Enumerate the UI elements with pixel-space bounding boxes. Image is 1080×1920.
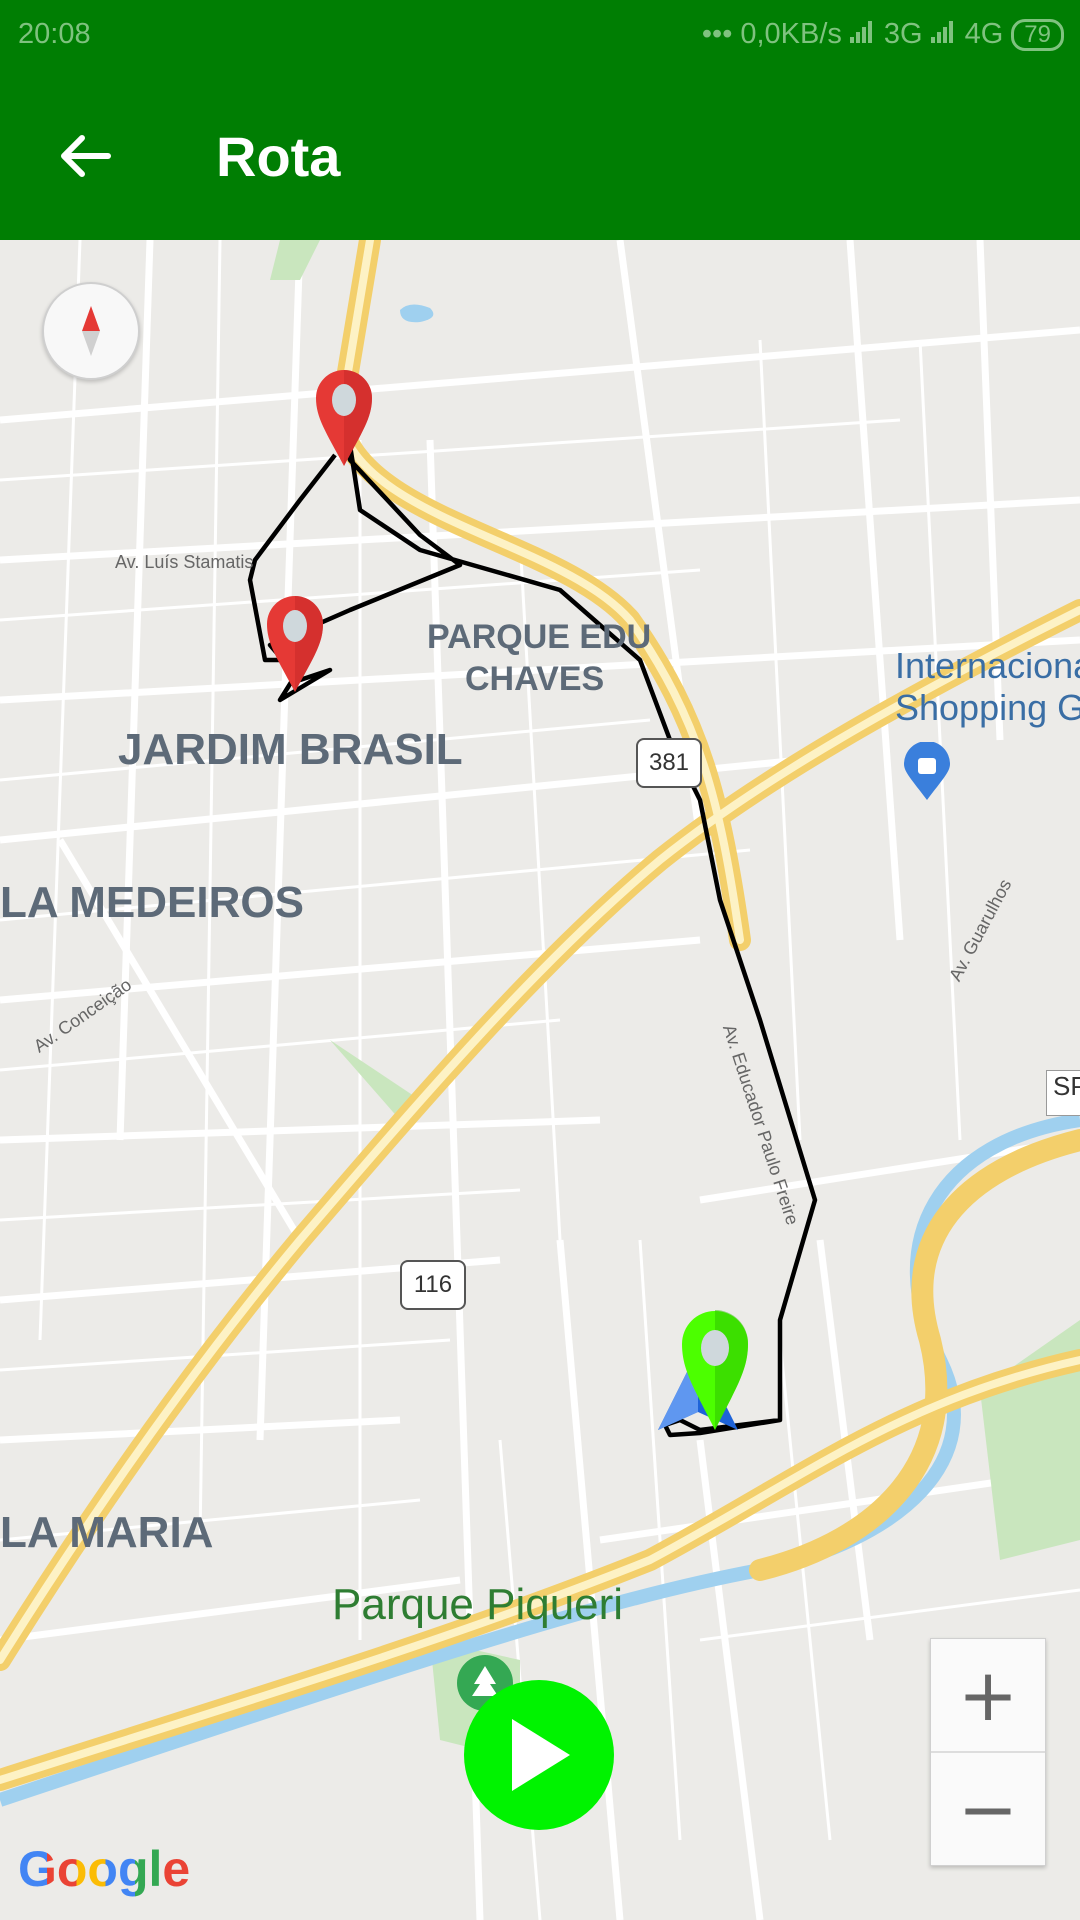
zoom-in-button[interactable]: + — [931, 1639, 1045, 1753]
network-type-1: 3G — [883, 18, 923, 50]
network-type-2: 4G — [964, 18, 1004, 50]
highway-shield-381: 381 — [636, 738, 702, 788]
map-view[interactable]: JARDIM BRASIL LA MEDEIROS LA MARIA PARQU… — [0, 240, 1080, 1920]
signal-icon — [849, 18, 876, 51]
park-label: Parque Piqueri — [332, 1580, 624, 1629]
sp-badge: SP — [1046, 1070, 1080, 1116]
highway-shield-116: 116 — [400, 1260, 466, 1310]
poi-label-line1: Internaciona — [895, 645, 1080, 686]
play-icon — [512, 1719, 570, 1791]
status-bar: 20:08 ••• 0,0KB/s 3G 4G 79 — [0, 0, 1080, 72]
poi-label-line2: Shopping Gu — [895, 687, 1080, 728]
network-speed: 0,0KB/s — [740, 18, 842, 50]
compass-button[interactable] — [42, 282, 140, 380]
area-label-medeiros: LA MEDEIROS — [0, 878, 304, 927]
back-button[interactable] — [44, 116, 124, 196]
status-time: 20:08 — [18, 18, 91, 50]
play-button[interactable] — [464, 1680, 614, 1830]
neighborhood-label-line2: CHAVES — [465, 660, 605, 698]
end-marker-icon[interactable] — [682, 1310, 748, 1430]
area-label-jardim-brasil: JARDIM BRASIL — [118, 725, 463, 774]
google-logo: Google — [18, 1840, 190, 1898]
battery-indicator: 79 — [1011, 18, 1064, 51]
shopping-pin-icon[interactable] — [904, 742, 950, 800]
zoom-control: + − — [930, 1638, 1046, 1866]
street-label-luis: Av. Luís Stamatis — [115, 552, 254, 572]
zoom-out-button[interactable]: − — [931, 1753, 1045, 1865]
compass-icon — [82, 306, 100, 356]
page-title: Rota — [216, 125, 341, 188]
neighborhood-label-line1: PARQUE EDU — [427, 618, 652, 656]
status-icons: ••• 0,0KB/s 3G 4G 79 — [702, 18, 1064, 51]
waypoint-marker-icon[interactable] — [267, 596, 323, 692]
more-dots: ••• — [701, 18, 733, 50]
start-marker-icon[interactable] — [316, 370, 372, 466]
google-logo-text: Google — [18, 1841, 191, 1897]
arrow-left-icon — [61, 135, 111, 177]
area-label-maria: LA MARIA — [0, 1508, 214, 1557]
app-bar: Rota — [0, 72, 1080, 240]
signal-icon — [930, 18, 957, 51]
map-canvas — [0, 240, 1080, 1920]
